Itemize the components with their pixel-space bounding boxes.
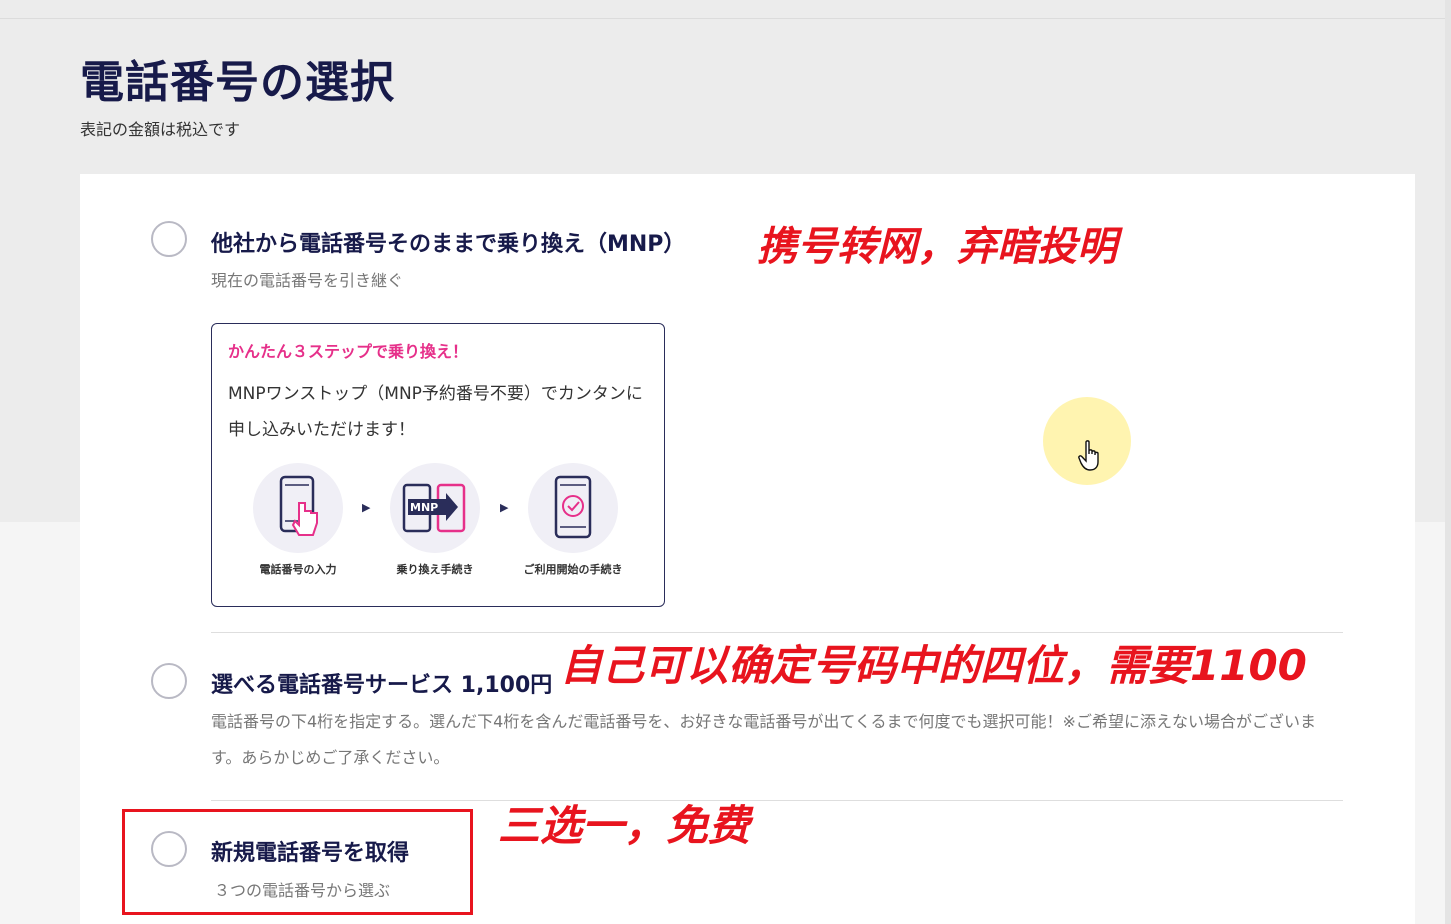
annotation-select-number: 自己可以确定号码中的四位，需要1100	[560, 641, 1307, 690]
mnp-box-heading: かんたん３ステップで乗り換え！	[228, 342, 469, 361]
mnp-badge-text: MNP	[410, 501, 438, 514]
phone-check-icon	[554, 475, 592, 539]
step-2-circle: MNP	[390, 463, 480, 553]
option-title-select-number[interactable]: 選べる電話番号サービス 1,100円	[211, 667, 552, 699]
option-divider-2	[211, 800, 1343, 801]
option-title-mnp[interactable]: 他社から電話番号そのままで乗り換え（MNP）	[211, 226, 685, 258]
mnp-info-box: かんたん３ステップで乗り換え！ MNPワンストップ（MNP予約番号不要）でカンタ…	[211, 323, 665, 607]
option-desc-select-number: 電話番号の下4桁を指定する。選んだ下4桁を含んだ電話番号を、お好きな電話番号が出…	[211, 712, 1316, 767]
radio-select-number[interactable]	[151, 663, 187, 699]
scrollbar-track[interactable]	[1445, 0, 1451, 924]
step-3-circle	[528, 463, 618, 553]
page-title: 電話番号の選択	[80, 57, 395, 108]
hand-cursor-icon	[1078, 440, 1099, 471]
mnp-transfer-icon: MNP	[402, 483, 466, 533]
option-desc-mnp: 現在の電話番号を引き継ぐ	[211, 271, 404, 290]
top-divider	[0, 18, 1451, 19]
step-label-2: 乗り換え手続き	[396, 563, 474, 576]
radio-mnp[interactable]	[151, 221, 187, 257]
step-arrow-1: ▶	[362, 501, 371, 514]
step-1-circle	[253, 463, 343, 553]
step-label-3: ご利用開始の手続き	[523, 563, 623, 576]
annotation-highlight-frame	[122, 809, 473, 915]
annotation-mnp: 携号转网，弃暗投明	[757, 224, 1117, 270]
step-label-1: 電話番号の入力	[259, 563, 337, 576]
tax-note: 表記の金額は税込です	[80, 120, 241, 139]
step-arrow-2: ▶	[500, 501, 509, 514]
mnp-box-text: MNPワンストップ（MNP予約番号不要）でカンタンに申し込みいただけます！	[228, 384, 643, 440]
annotation-new-number: 三选一，免费	[498, 801, 751, 850]
phone-tap-icon	[279, 475, 318, 536]
